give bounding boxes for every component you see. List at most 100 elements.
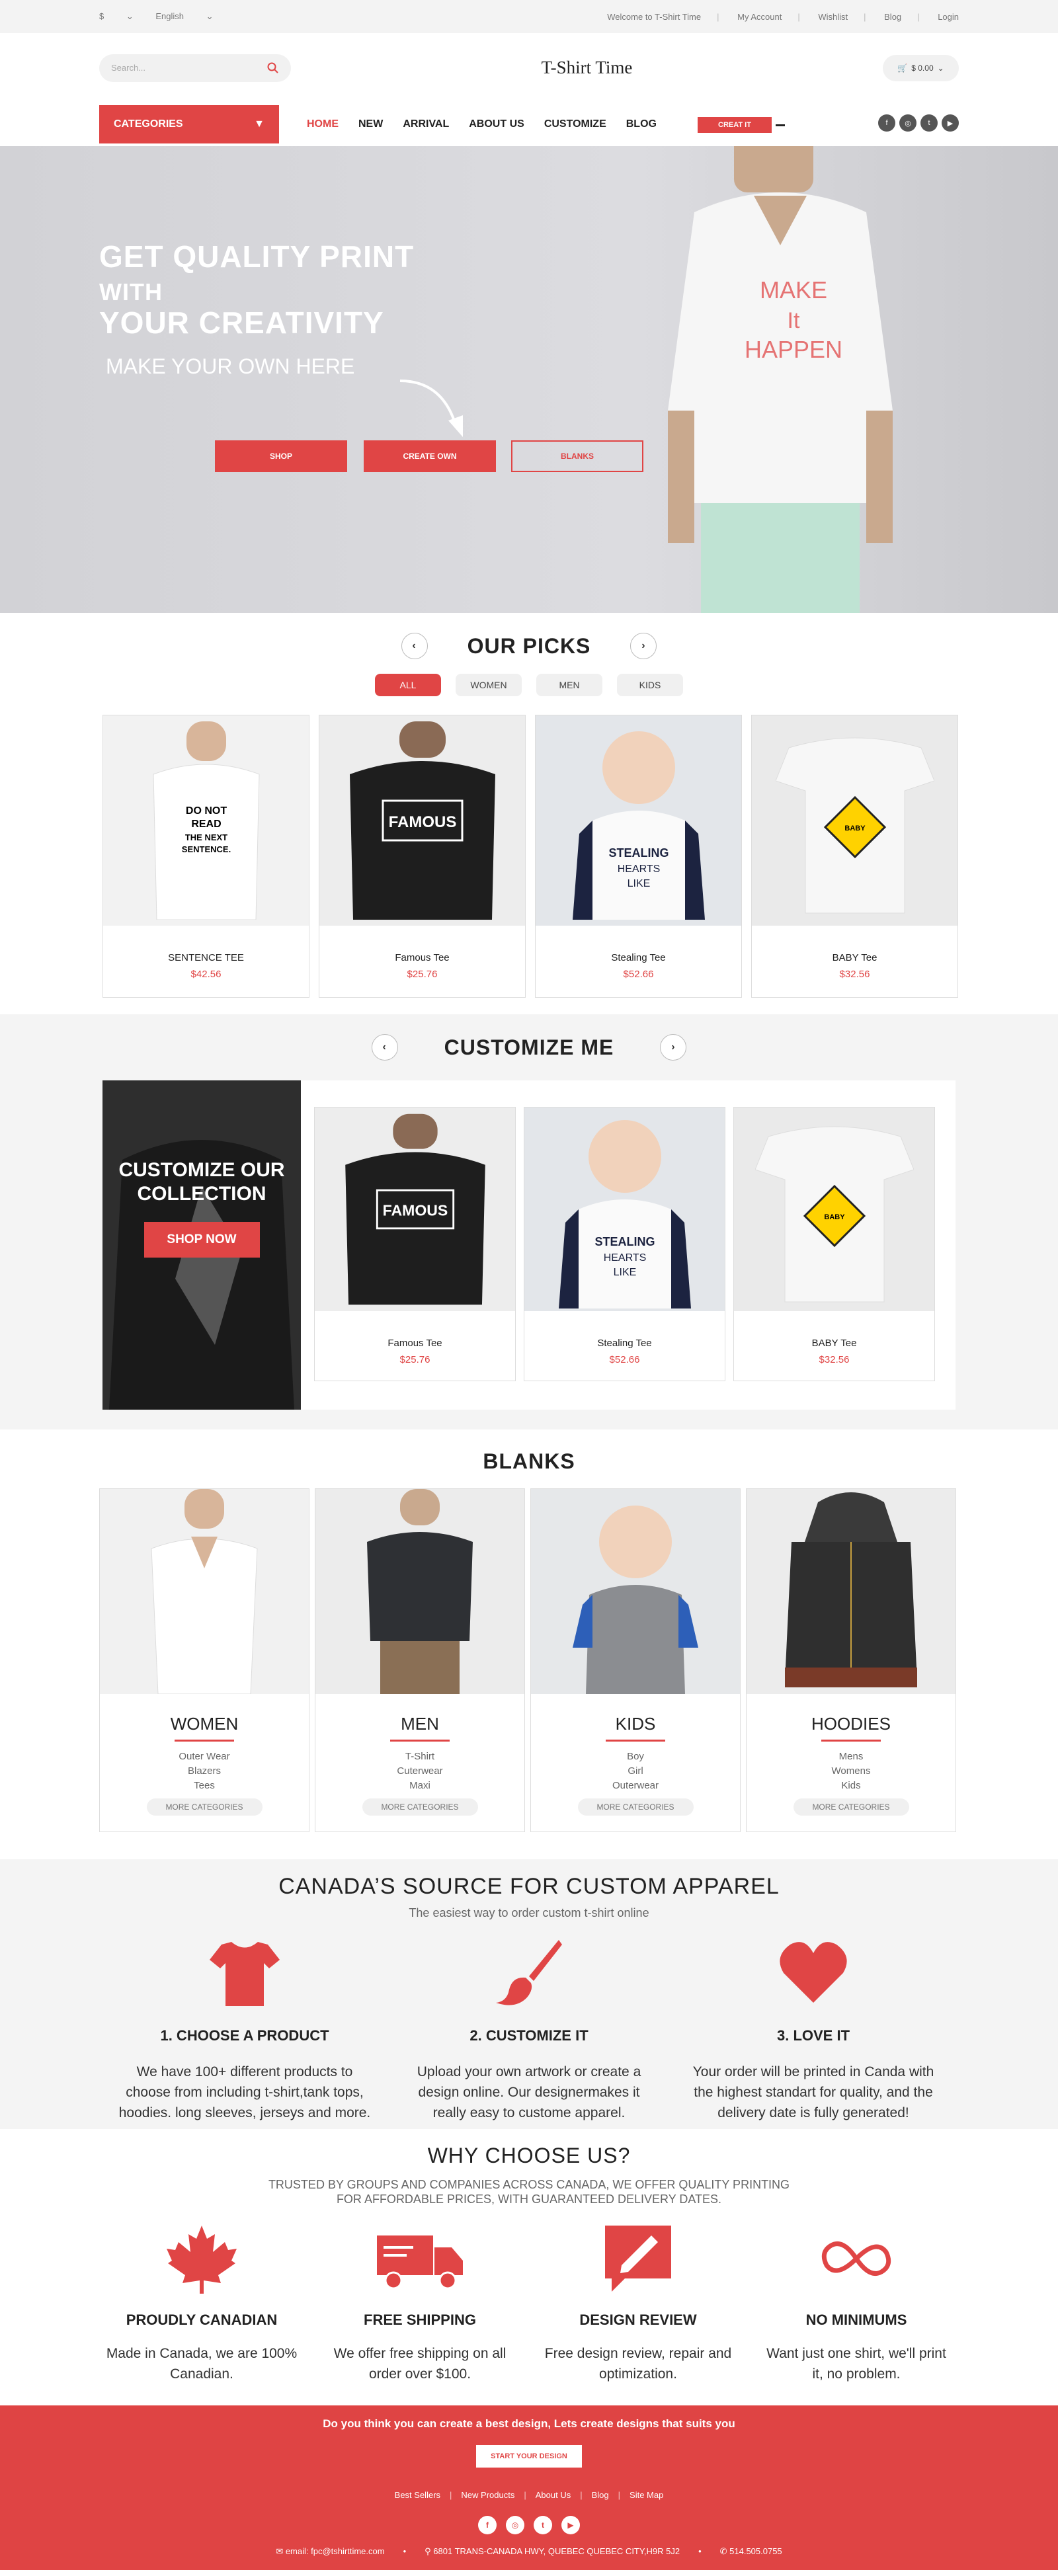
shop-button[interactable]: SHOP — [215, 440, 347, 472]
twitter-icon[interactable]: t — [534, 2516, 552, 2534]
blanks-section: BLANKS WOMEN Outer Wear Blazers Tees MORE … — [0, 1429, 1058, 1859]
footer-link-blog[interactable]: Blog — [592, 2490, 609, 2500]
cart-button[interactable]: 🛒 $ 0.00 ⌄ — [883, 54, 959, 81]
curved-arrow-icon — [399, 380, 463, 437]
header-socials: f ◎ t ▶ — [878, 114, 959, 132]
create-own-button[interactable]: CREATE OWN — [364, 440, 496, 472]
filter-all[interactable]: ALL — [375, 674, 441, 696]
instagram-icon[interactable]: ◎ — [899, 114, 916, 132]
product-price: $42.56 — [190, 969, 222, 980]
step-desc: Upload your own artwork or create a desi… — [417, 2064, 641, 2120]
product-name: BABY Tee — [811, 1338, 857, 1349]
filter-women[interactable]: WOMEN — [456, 674, 522, 696]
facebook-icon[interactable]: f — [478, 2516, 497, 2534]
my-account-link[interactable]: My Account — [737, 12, 782, 22]
shirt-print-happen: HAPPEN — [745, 336, 842, 363]
product-card[interactable]: STEALING HEARTS LIKE Stealing Tee $52.66 — [535, 715, 742, 998]
filter-kids[interactable]: KIDS — [617, 674, 683, 696]
product-price: $32.56 — [839, 969, 870, 980]
search-input[interactable]: Search... — [99, 54, 291, 82]
next-arrow-icon[interactable]: › — [660, 1034, 687, 1061]
product-price: $32.56 — [819, 1354, 850, 1365]
prev-arrow-icon[interactable]: ‹ — [371, 1034, 398, 1061]
cart-icon: 🛒 — [897, 63, 908, 73]
nav-item-about[interactable]: ABOUT US — [469, 118, 524, 130]
more-categories-button[interactable]: MORE CATEGORIES — [146, 1798, 263, 1816]
feature-card: PROUDLY CANADIAN Made in Canada, we are … — [106, 2222, 298, 2384]
hero-line3: YOUR CREATIVITY — [99, 305, 384, 340]
nav-item-arrival[interactable]: ARRIVAL — [403, 118, 449, 130]
category-card[interactable]: HOODIES Mens Womens Kids MORE CATEGORIES — [746, 1488, 956, 1832]
product-card[interactable]: FAMOUS Famous Tee $25.76 — [314, 1107, 516, 1381]
infinity-icon — [821, 2241, 891, 2276]
product-card[interactable]: FAMOUS Famous Tee $25.76 — [319, 715, 526, 998]
category-sublinks: Boy Girl Outerwear — [612, 1751, 659, 1791]
customize-title: CUSTOMIZE ME — [444, 1035, 614, 1059]
customize-promo: CUSTOMIZE OUR COLLECTION SHOP NOW — [102, 1080, 301, 1410]
hero-line1: GET QUALITY PRINT — [99, 239, 415, 274]
main-nav: CATEGORIES ▼ HOME NEW ARRIVAL ABOUT US C… — [0, 102, 1058, 146]
category-card[interactable]: MEN T-Shirt Cuterwear Maxi MORE CATEGORIES — [315, 1488, 525, 1832]
picks-filters: ALL WOMEN MEN KIDS — [0, 674, 1058, 696]
more-categories-button[interactable]: MORE CATEGORIES — [577, 1798, 694, 1816]
nav-item-blog[interactable]: BLOG — [626, 118, 657, 130]
language-select[interactable]: English ⌄ — [155, 11, 213, 21]
more-categories-button[interactable]: MORE CATEGORIES — [793, 1798, 909, 1816]
youtube-icon[interactable]: ▶ — [942, 114, 959, 132]
categories-dropdown[interactable]: CATEGORIES ▼ — [99, 105, 279, 143]
feature-title: NO MINIMUMS — [805, 2312, 907, 2328]
currency-select[interactable]: $ ⌄ — [99, 11, 134, 21]
facebook-icon[interactable]: f — [878, 114, 895, 132]
product-image: FAMOUS — [345, 1113, 485, 1305]
svg-text:BABY: BABY — [824, 1213, 845, 1221]
footer-link-new-products[interactable]: New Products — [461, 2490, 514, 2500]
wishlist-link[interactable]: Wishlist — [818, 12, 848, 22]
product-price: $52.66 — [609, 1354, 640, 1365]
hero-model-image: MAKE It HAPPEN — [668, 146, 893, 613]
login-link[interactable]: Login — [938, 12, 959, 22]
twitter-icon[interactable]: t — [920, 114, 938, 132]
nav-item-customize[interactable]: CUSTOMIZE — [544, 118, 606, 130]
category-card[interactable]: WOMEN Outer Wear Blazers Tees MORE CATEGOR… — [99, 1488, 309, 1832]
product-name: BABY Tee — [832, 952, 877, 963]
product-card[interactable]: STEALING HEARTS LIKE Stealing Tee $52.66 — [524, 1107, 725, 1381]
product-image: FAMOUS — [349, 721, 495, 920]
nav-item-home[interactable]: HOME — [307, 118, 339, 130]
why-title: WHY CHOOSE US? — [427, 2144, 631, 2167]
email-contact[interactable]: ✉ email: fpc@tshirttime.com — [276, 2546, 384, 2557]
shop-now-button[interactable]: SHOP NOW — [143, 1222, 260, 1258]
start-design-button[interactable]: START YOUR DESIGN — [476, 2445, 582, 2468]
feature-desc: We offer free shipping on all order over… — [333, 2346, 507, 2382]
category-card[interactable]: KIDS Boy Girl Outerwear MORE CATEGORIES — [530, 1488, 741, 1832]
category-image — [367, 1489, 473, 1694]
prev-arrow-icon[interactable]: ‹ — [401, 633, 428, 659]
footer-link-about[interactable]: About Us — [536, 2490, 571, 2500]
top-bar: $ ⌄ English ⌄ Welcome to T-Shirt Time | M… — [0, 0, 1058, 33]
welcome-text: Welcome to T-Shirt Time — [607, 11, 702, 22]
footer-link-best-sellers[interactable]: Best Sellers — [395, 2490, 440, 2500]
blanks-button[interactable]: BLANKS — [511, 440, 643, 472]
dash-decoration — [776, 124, 785, 126]
search-icon[interactable] — [267, 62, 279, 74]
product-card[interactable]: BABY BABY Tee $32.56 — [733, 1107, 935, 1381]
step-card: 2. CUSTOMIZE IT Upload your own artwork … — [400, 1937, 658, 2123]
product-card[interactable]: DO NOT READ THE NEXT SENTENCE. SENTENCE TEE… — [102, 715, 309, 998]
filter-men[interactable]: MEN — [536, 674, 602, 696]
nav-item-new[interactable]: NEW — [358, 118, 383, 130]
footer-link-sitemap[interactable]: Site Map — [630, 2490, 663, 2500]
our-picks-title: OUR PICKS — [467, 633, 591, 658]
hero-line2: WITH — [99, 278, 163, 305]
product-card[interactable]: BABY BABY Tee $32.56 — [751, 715, 958, 998]
category-sublinks: Outer Wear Blazers Tees — [179, 1751, 230, 1791]
svg-text:DO NOT: DO NOT — [185, 805, 226, 817]
phone-contact[interactable]: ✆ 514.505.0755 — [720, 2546, 782, 2557]
maple-leaf-icon — [167, 2226, 237, 2294]
youtube-icon[interactable]: ▶ — [561, 2516, 580, 2534]
create-it-button[interactable]: CREAT IT — [698, 117, 785, 133]
product-image: BABY — [775, 737, 934, 914]
next-arrow-icon[interactable]: › — [630, 633, 657, 659]
blog-link[interactable]: Blog — [884, 12, 901, 22]
instagram-icon[interactable]: ◎ — [506, 2516, 524, 2534]
site-logo[interactable]: T-Shirt Time — [542, 58, 633, 78]
more-categories-button[interactable]: MORE CATEGORIES — [362, 1798, 478, 1816]
